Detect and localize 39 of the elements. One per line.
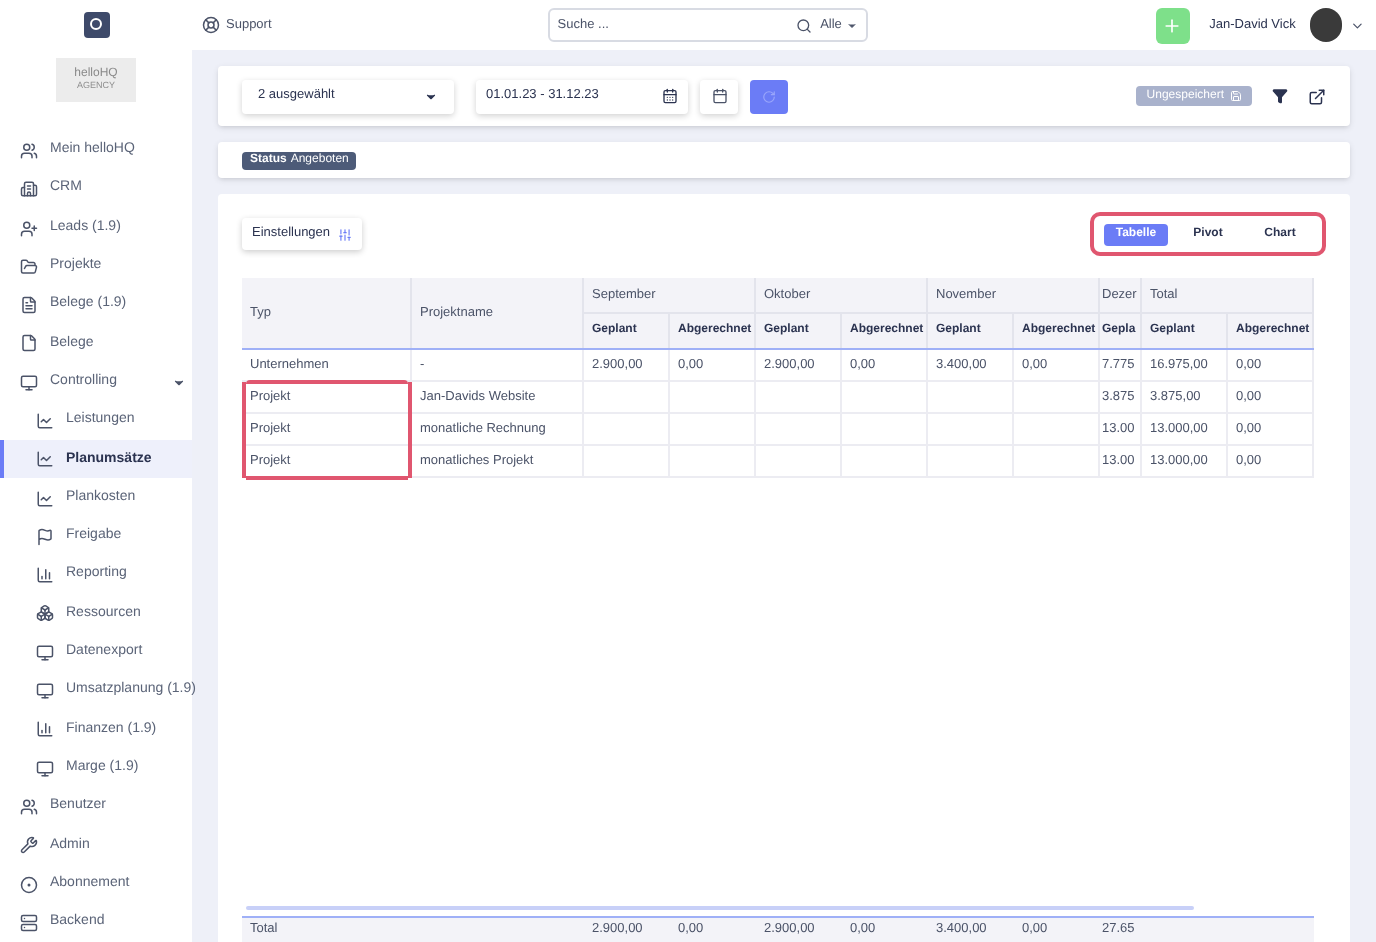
calendar-icon — [662, 88, 678, 104]
filter-icon[interactable] — [1272, 88, 1288, 104]
building-icon — [20, 180, 38, 199]
file-icon — [20, 334, 38, 353]
caret-icon — [424, 89, 438, 103]
server-icon — [20, 913, 38, 932]
circle-icon — [20, 875, 38, 894]
monitor-icon — [36, 682, 54, 701]
people-icon — [20, 797, 38, 816]
search-icon — [796, 17, 813, 33]
monitor-icon — [36, 759, 54, 778]
line-chart-icon — [36, 411, 54, 430]
tools-icon — [20, 836, 38, 855]
bar-chart-icon — [36, 566, 54, 585]
caret-icon — [845, 19, 858, 31]
lifebuoy-icon — [202, 16, 220, 34]
logo-icon — [83, 11, 109, 38]
save-icon — [1230, 90, 1242, 102]
horizontal-scrollbar[interactable] — [246, 906, 1194, 910]
people-icon — [20, 141, 38, 160]
monitor-icon — [36, 643, 54, 662]
boxes-icon — [36, 604, 54, 623]
flag-icon — [36, 527, 54, 546]
bar-chart-icon — [36, 720, 54, 739]
monitor-icon — [20, 373, 38, 392]
document-icon — [20, 296, 38, 315]
avatar[interactable] — [1309, 8, 1342, 42]
refresh-button[interactable] — [750, 79, 788, 113]
caret-icon[interactable] — [172, 375, 186, 390]
line-chart-icon — [36, 489, 54, 508]
folder-icon — [20, 257, 38, 276]
user-plus-icon — [20, 219, 38, 237]
calendar-icon — [711, 88, 727, 104]
plus-icon — [1162, 15, 1183, 35]
sliders-icon — [338, 227, 353, 241]
chevron-down-icon[interactable] — [1349, 17, 1364, 33]
line-chart-icon — [36, 450, 54, 469]
external-link-icon[interactable] — [1308, 87, 1326, 105]
refresh-icon — [762, 89, 776, 103]
